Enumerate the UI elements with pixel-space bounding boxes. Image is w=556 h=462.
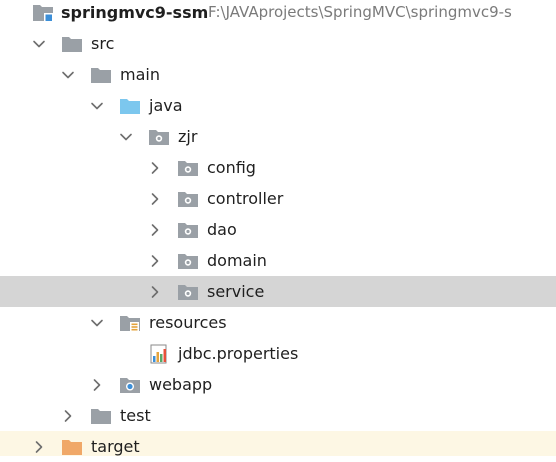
package-icon [177, 188, 199, 210]
properties-file-icon [148, 343, 170, 365]
tree-row-main[interactable]: main [0, 59, 556, 90]
tree-row-project-root[interactable]: springmvc9-ssm F:\JAVAprojects\SpringMVC… [0, 0, 556, 28]
project-path: F:\JAVAprojects\SpringMVC\springmvc9-s [208, 3, 512, 21]
chevron-down-icon[interactable] [60, 59, 76, 90]
tree-label-dao: dao [207, 220, 237, 239]
package-icon [177, 281, 199, 303]
chevron-right-icon[interactable] [147, 183, 163, 214]
tree-label-resources: resources [149, 313, 227, 332]
package-icon [177, 219, 199, 241]
folder-icon [90, 64, 112, 86]
module-icon [32, 2, 54, 24]
chevron-down-icon[interactable] [31, 28, 47, 59]
tree-row-java[interactable]: java [0, 90, 556, 121]
package-icon [177, 250, 199, 272]
tree-label-domain: domain [207, 251, 267, 270]
tree-row-domain[interactable]: domain [0, 245, 556, 276]
tree-label-test: test [120, 406, 151, 425]
tree-label-target: target [91, 437, 140, 456]
tree-row-test[interactable]: test [0, 400, 556, 431]
tree-row-controller[interactable]: controller [0, 183, 556, 214]
web-folder-icon [119, 374, 141, 396]
excluded-folder-icon [61, 436, 83, 458]
tree-label-controller: controller [207, 189, 284, 208]
chevron-right-icon[interactable] [147, 152, 163, 183]
package-icon [177, 157, 199, 179]
source-folder-icon [119, 95, 141, 117]
tree-label-zjr: zjr [178, 127, 198, 146]
chevron-down-icon[interactable] [118, 121, 134, 152]
folder-icon [90, 405, 112, 427]
tree-label-java: java [149, 96, 183, 115]
folder-icon [61, 33, 83, 55]
tree-row-dao[interactable]: dao [0, 214, 556, 245]
tree-row-service[interactable]: service [0, 276, 556, 307]
chevron-down-icon[interactable] [89, 307, 105, 338]
tree-row-zjr[interactable]: zjr [0, 121, 556, 152]
tree-label-src: src [91, 34, 115, 53]
tree-label-service: service [207, 282, 265, 301]
chevron-right-icon[interactable] [147, 214, 163, 245]
chevron-down-icon[interactable] [89, 90, 105, 121]
tree-row-target[interactable]: target [0, 431, 556, 456]
chevron-right-icon[interactable] [89, 369, 105, 400]
project-tree: springmvc9-ssm F:\JAVAprojects\SpringMVC… [0, 0, 556, 456]
chevron-right-icon[interactable] [31, 431, 47, 462]
tree-row-config[interactable]: config [0, 152, 556, 183]
tree-row-resources[interactable]: resources [0, 307, 556, 338]
project-name: springmvc9-ssm [61, 3, 209, 22]
tree-label-config: config [207, 158, 256, 177]
tree-label-jdbc-properties: jdbc.properties [178, 344, 299, 363]
chevron-right-icon[interactable] [60, 400, 76, 431]
tree-label-webapp: webapp [149, 375, 213, 394]
resources-folder-icon [119, 312, 141, 334]
chevron-right-icon[interactable] [147, 276, 163, 307]
tree-row-webapp[interactable]: webapp [0, 369, 556, 400]
tree-row-jdbc-properties[interactable]: jdbc.properties [0, 338, 556, 369]
chevron-right-icon[interactable] [147, 245, 163, 276]
tree-row-src[interactable]: src [0, 28, 556, 59]
package-icon [148, 126, 170, 148]
tree-label-main: main [120, 65, 160, 84]
